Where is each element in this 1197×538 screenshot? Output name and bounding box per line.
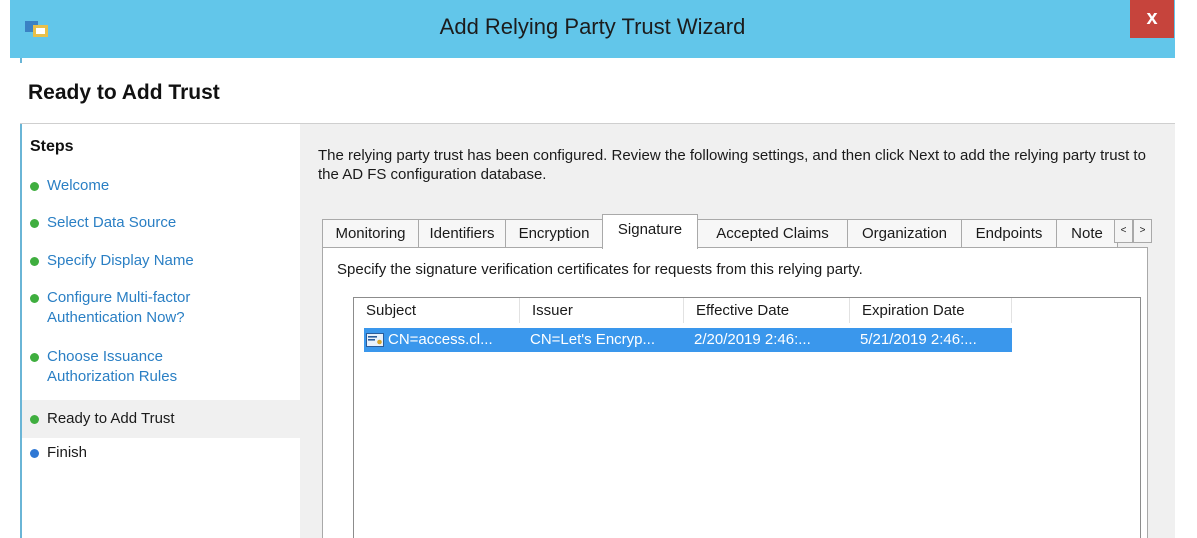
step-complete-icon (30, 294, 39, 303)
step-issuance-authorization-rules[interactable]: Choose Issuance Authorization Rules (22, 346, 300, 390)
step-select-data-source[interactable]: Select Data Source (22, 212, 300, 234)
tab-identifiers[interactable]: Identifiers (418, 219, 506, 248)
column-header-expiration-date[interactable]: Expiration Date (850, 298, 1012, 323)
tab-notes[interactable]: Note (1056, 219, 1118, 248)
window-title: Add Relying Party Trust Wizard (439, 14, 746, 39)
step-complete-icon (30, 353, 39, 362)
signature-tab-panel: Specify the signature verification certi… (322, 247, 1148, 538)
title-bar[interactable]: Add Relying Party Trust Wizard x (10, 0, 1175, 58)
steps-heading: Steps (30, 138, 74, 155)
step-label: Specify Display Name (47, 252, 194, 269)
cell-subject: CN=access.cl... (388, 331, 493, 348)
cell-issuer: CN=Let's Encryp... (530, 331, 655, 348)
close-button[interactable]: x (1130, 0, 1174, 38)
step-configure-mfa[interactable]: Configure Multi-factor Authentication No… (22, 287, 300, 331)
column-header-issuer[interactable]: Issuer (520, 298, 684, 323)
step-label: Configure Multi-factor Authentication No… (47, 289, 191, 326)
column-header-subject[interactable]: Subject (354, 298, 520, 323)
tab-endpoints[interactable]: Endpoints (961, 219, 1057, 248)
page-header: Ready to Add Trust (20, 63, 1175, 124)
step-label: Ready to Add Trust (47, 410, 175, 427)
step-complete-icon (30, 415, 39, 424)
intro-text: The relying party trust has been configu… (318, 147, 1146, 183)
tab-accepted-claims[interactable]: Accepted Claims (697, 219, 848, 248)
certificate-row[interactable]: CN=access.cl... CN=Let's Encryp... 2/20/… (364, 328, 1012, 352)
tab-scroll-right-button[interactable]: > (1133, 219, 1152, 243)
step-welcome[interactable]: Welcome (22, 175, 300, 197)
step-label: Finish (47, 444, 88, 461)
cell-effective-date: 2/20/2019 2:46:... (694, 331, 811, 348)
step-ready-to-add-trust[interactable]: Ready to Add Trust (22, 400, 300, 438)
step-label: Select Data Source (47, 214, 177, 231)
tab-monitoring[interactable]: Monitoring (322, 219, 419, 248)
signature-description: Specify the signature verification certi… (337, 261, 863, 278)
step-complete-icon (30, 182, 39, 191)
certificate-list[interactable]: Subject Issuer Effective Date Expiration… (353, 297, 1141, 538)
step-pending-icon (30, 449, 39, 458)
steps-panel: Steps Welcome Select Data Source Specify… (22, 124, 300, 538)
cell-expiration-date: 5/21/2019 2:46:... (860, 331, 977, 348)
tab-organization[interactable]: Organization (847, 219, 962, 248)
step-label: Choose Issuance Authorization Rules (47, 348, 178, 385)
step-specify-display-name[interactable]: Specify Display Name (22, 250, 300, 272)
step-label: Welcome (47, 177, 110, 194)
step-complete-icon (30, 219, 39, 228)
certificate-icon (366, 333, 384, 347)
step-finish[interactable]: Finish (22, 442, 300, 464)
tab-scroll-left-button[interactable]: < (1114, 219, 1133, 243)
column-header-effective-date[interactable]: Effective Date (684, 298, 850, 323)
step-complete-icon (30, 257, 39, 266)
tab-encryption[interactable]: Encryption (505, 219, 603, 248)
tab-signature[interactable]: Signature (602, 214, 698, 249)
page-title: Ready to Add Trust (28, 81, 220, 104)
wizard-window: Add Relying Party Trust Wizard x Ready t… (10, 0, 1175, 538)
main-panel: The relying party trust has been configu… (300, 124, 1175, 538)
